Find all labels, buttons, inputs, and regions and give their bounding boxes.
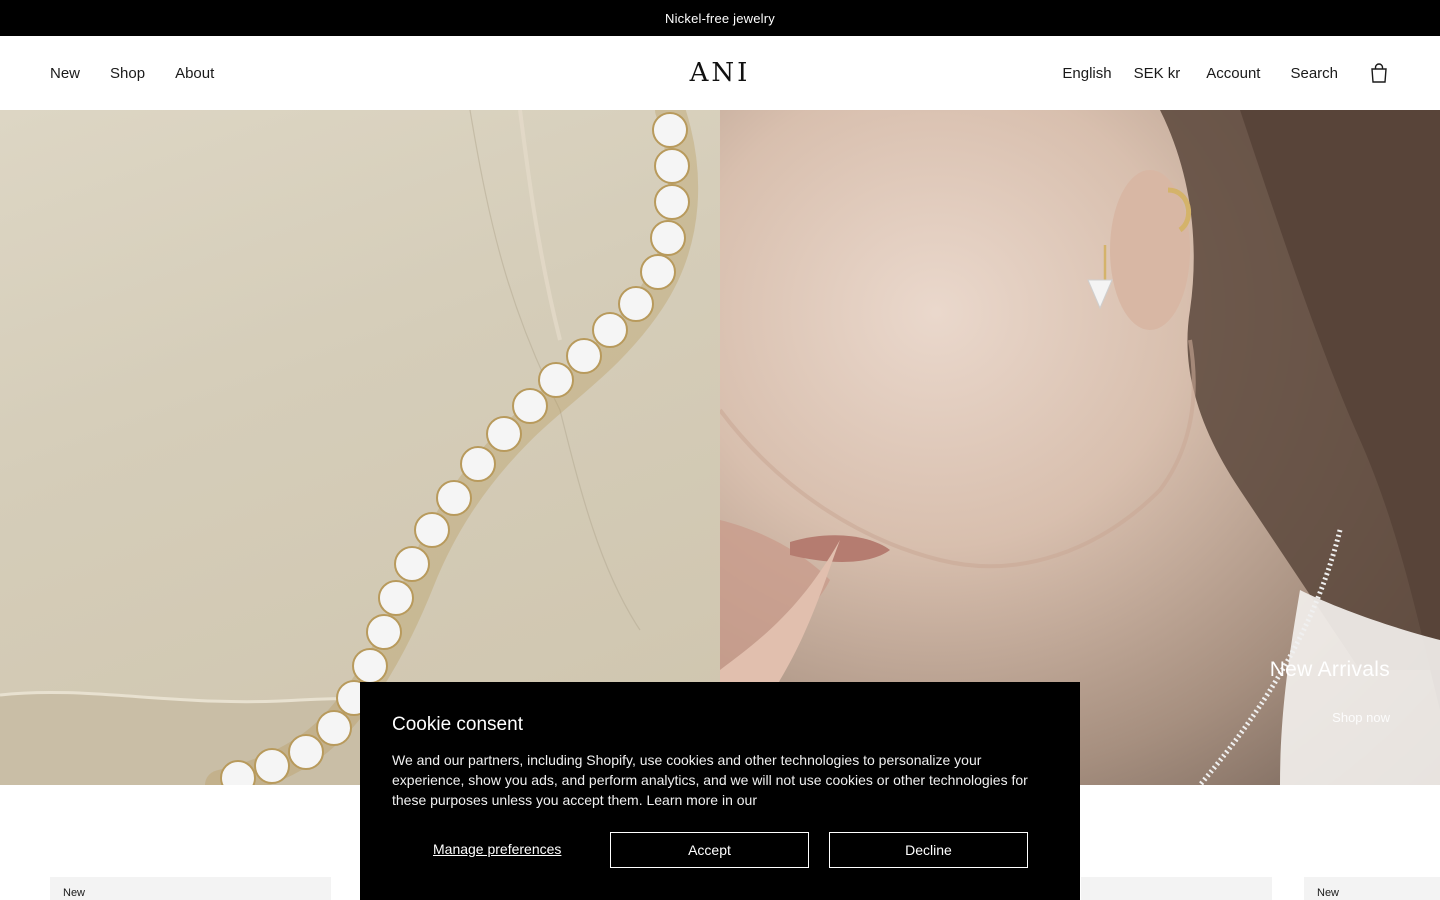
product-card-middle[interactable] bbox=[1081, 877, 1272, 900]
cookie-consent-dialog: Cookie consent We and our partners, incl… bbox=[360, 682, 1080, 900]
decline-button[interactable]: Decline bbox=[829, 832, 1028, 868]
new-badge: New bbox=[63, 887, 86, 899]
manage-preferences-link[interactable]: Manage preferences bbox=[433, 841, 561, 857]
announcement-text: Nickel-free jewelry bbox=[665, 10, 775, 26]
hero-caption: New Arrivals Shop now bbox=[1270, 658, 1390, 725]
cookie-body: We and our partners, including Shopify, … bbox=[392, 752, 1028, 808]
product-card-right[interactable]: New bbox=[1304, 877, 1440, 900]
nav-about[interactable]: About bbox=[175, 65, 214, 82]
nav-new[interactable]: New bbox=[50, 65, 80, 82]
brand-logo[interactable]: ANI bbox=[684, 58, 756, 88]
site-header: New Shop About ANI English SEK kr Accoun… bbox=[0, 36, 1440, 110]
cookie-actions: Manage preferences Accept Decline bbox=[392, 832, 1048, 868]
language-selector[interactable]: English bbox=[1062, 65, 1111, 82]
cookie-title: Cookie consent bbox=[392, 714, 523, 735]
accept-button[interactable]: Accept bbox=[610, 832, 809, 868]
account-link[interactable]: Account bbox=[1206, 65, 1260, 82]
shopping-bag-icon[interactable] bbox=[1368, 62, 1390, 84]
new-badge: New bbox=[1317, 887, 1340, 899]
utility-nav: English SEK kr Account Search bbox=[1040, 36, 1390, 110]
product-card-left[interactable]: New bbox=[50, 877, 331, 900]
main-nav: New Shop About bbox=[50, 36, 214, 110]
announcement-bar: Nickel-free jewelry bbox=[0, 0, 1440, 36]
search-link[interactable]: Search bbox=[1290, 65, 1338, 82]
hero-title: New Arrivals bbox=[1269, 658, 1390, 681]
currency-selector[interactable]: SEK kr bbox=[1134, 65, 1181, 82]
nav-shop[interactable]: Shop bbox=[110, 65, 145, 82]
hero-shop-now-link[interactable]: Shop now bbox=[1270, 710, 1390, 725]
